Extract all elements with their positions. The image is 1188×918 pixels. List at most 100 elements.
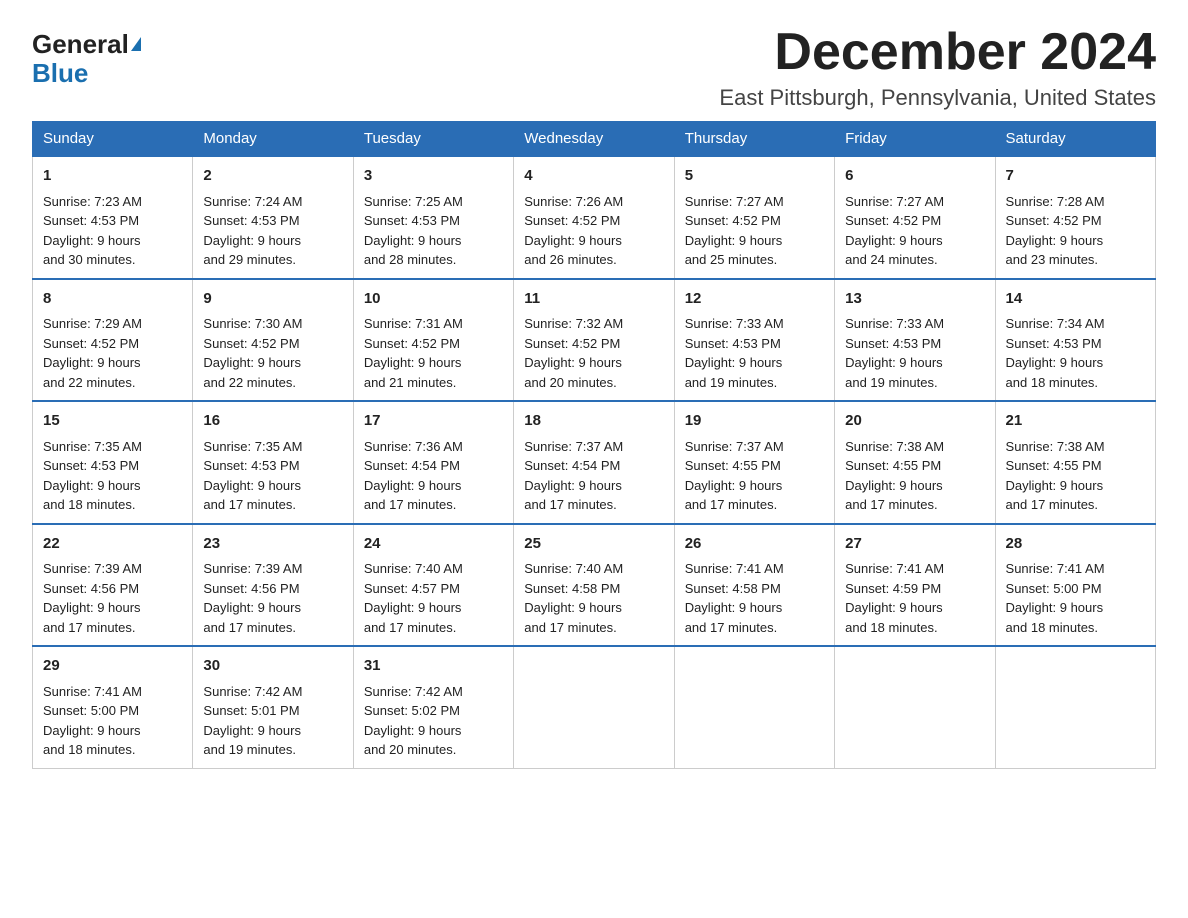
- calendar-day-cell: 5 Sunrise: 7:27 AMSunset: 4:52 PMDayligh…: [674, 156, 834, 279]
- calendar-day-cell: 29 Sunrise: 7:41 AMSunset: 5:00 PMDaylig…: [33, 646, 193, 768]
- day-number: 27: [845, 533, 984, 556]
- calendar-week-row: 29 Sunrise: 7:41 AMSunset: 5:00 PMDaylig…: [33, 646, 1156, 768]
- day-info: Sunrise: 7:30 AMSunset: 4:52 PMDaylight:…: [203, 316, 302, 390]
- day-number: 16: [203, 410, 342, 433]
- day-info: Sunrise: 7:42 AMSunset: 5:02 PMDaylight:…: [364, 684, 463, 758]
- location-title: East Pittsburgh, Pennsylvania, United St…: [719, 85, 1156, 111]
- day-info: Sunrise: 7:33 AMSunset: 4:53 PMDaylight:…: [845, 316, 944, 390]
- day-info: Sunrise: 7:32 AMSunset: 4:52 PMDaylight:…: [524, 316, 623, 390]
- title-block: December 2024 East Pittsburgh, Pennsylva…: [719, 24, 1156, 111]
- day-number: 8: [43, 288, 182, 311]
- day-info: Sunrise: 7:34 AMSunset: 4:53 PMDaylight:…: [1006, 316, 1105, 390]
- calendar-table: SundayMondayTuesdayWednesdayThursdayFrid…: [32, 121, 1156, 769]
- logo-text: GeneralBlue: [32, 30, 141, 87]
- day-info: Sunrise: 7:31 AMSunset: 4:52 PMDaylight:…: [364, 316, 463, 390]
- day-info: Sunrise: 7:27 AMSunset: 4:52 PMDaylight:…: [845, 194, 944, 268]
- page-header: GeneralBlue December 2024 East Pittsburg…: [32, 24, 1156, 111]
- day-info: Sunrise: 7:41 AMSunset: 5:00 PMDaylight:…: [1006, 561, 1105, 635]
- calendar-week-row: 22 Sunrise: 7:39 AMSunset: 4:56 PMDaylig…: [33, 524, 1156, 647]
- day-number: 10: [364, 288, 503, 311]
- calendar-day-cell: 20 Sunrise: 7:38 AMSunset: 4:55 PMDaylig…: [835, 401, 995, 524]
- calendar-day-cell: 15 Sunrise: 7:35 AMSunset: 4:53 PMDaylig…: [33, 401, 193, 524]
- calendar-day-cell: 3 Sunrise: 7:25 AMSunset: 4:53 PMDayligh…: [353, 156, 513, 279]
- day-info: Sunrise: 7:38 AMSunset: 4:55 PMDaylight:…: [1006, 439, 1105, 513]
- day-number: 13: [845, 288, 984, 311]
- calendar-day-cell: 21 Sunrise: 7:38 AMSunset: 4:55 PMDaylig…: [995, 401, 1155, 524]
- calendar-day-cell: 27 Sunrise: 7:41 AMSunset: 4:59 PMDaylig…: [835, 524, 995, 647]
- day-info: Sunrise: 7:39 AMSunset: 4:56 PMDaylight:…: [43, 561, 142, 635]
- day-number: 9: [203, 288, 342, 311]
- calendar-day-cell: 9 Sunrise: 7:30 AMSunset: 4:52 PMDayligh…: [193, 279, 353, 402]
- calendar-day-cell: 12 Sunrise: 7:33 AMSunset: 4:53 PMDaylig…: [674, 279, 834, 402]
- day-number: 3: [364, 165, 503, 188]
- calendar-day-header: Saturday: [995, 122, 1155, 157]
- day-info: Sunrise: 7:42 AMSunset: 5:01 PMDaylight:…: [203, 684, 302, 758]
- calendar-day-header: Thursday: [674, 122, 834, 157]
- calendar-day-header: Tuesday: [353, 122, 513, 157]
- calendar-day-header: Wednesday: [514, 122, 674, 157]
- day-info: Sunrise: 7:26 AMSunset: 4:52 PMDaylight:…: [524, 194, 623, 268]
- day-number: 1: [43, 165, 182, 188]
- calendar-day-header: Friday: [835, 122, 995, 157]
- calendar-day-cell: [674, 646, 834, 768]
- day-number: 31: [364, 655, 503, 678]
- day-info: Sunrise: 7:41 AMSunset: 5:00 PMDaylight:…: [43, 684, 142, 758]
- day-info: Sunrise: 7:41 AMSunset: 4:59 PMDaylight:…: [845, 561, 944, 635]
- month-title: December 2024: [719, 24, 1156, 81]
- logo-triangle-icon: [131, 37, 141, 51]
- day-info: Sunrise: 7:37 AMSunset: 4:54 PMDaylight:…: [524, 439, 623, 513]
- calendar-day-cell: [514, 646, 674, 768]
- day-number: 18: [524, 410, 663, 433]
- calendar-day-cell: 28 Sunrise: 7:41 AMSunset: 5:00 PMDaylig…: [995, 524, 1155, 647]
- calendar-day-header: Sunday: [33, 122, 193, 157]
- calendar-week-row: 8 Sunrise: 7:29 AMSunset: 4:52 PMDayligh…: [33, 279, 1156, 402]
- day-number: 2: [203, 165, 342, 188]
- day-info: Sunrise: 7:27 AMSunset: 4:52 PMDaylight:…: [685, 194, 784, 268]
- day-info: Sunrise: 7:35 AMSunset: 4:53 PMDaylight:…: [203, 439, 302, 513]
- day-number: 12: [685, 288, 824, 311]
- calendar-day-cell: 4 Sunrise: 7:26 AMSunset: 4:52 PMDayligh…: [514, 156, 674, 279]
- day-number: 20: [845, 410, 984, 433]
- calendar-day-cell: 17 Sunrise: 7:36 AMSunset: 4:54 PMDaylig…: [353, 401, 513, 524]
- day-number: 7: [1006, 165, 1145, 188]
- day-number: 28: [1006, 533, 1145, 556]
- calendar-day-cell: [835, 646, 995, 768]
- day-info: Sunrise: 7:37 AMSunset: 4:55 PMDaylight:…: [685, 439, 784, 513]
- day-number: 4: [524, 165, 663, 188]
- calendar-day-cell: 7 Sunrise: 7:28 AMSunset: 4:52 PMDayligh…: [995, 156, 1155, 279]
- day-number: 11: [524, 288, 663, 311]
- calendar-week-row: 15 Sunrise: 7:35 AMSunset: 4:53 PMDaylig…: [33, 401, 1156, 524]
- day-info: Sunrise: 7:28 AMSunset: 4:52 PMDaylight:…: [1006, 194, 1105, 268]
- day-info: Sunrise: 7:25 AMSunset: 4:53 PMDaylight:…: [364, 194, 463, 268]
- day-number: 6: [845, 165, 984, 188]
- logo-blue-text: Blue: [32, 58, 88, 88]
- calendar-day-cell: 2 Sunrise: 7:24 AMSunset: 4:53 PMDayligh…: [193, 156, 353, 279]
- calendar-day-cell: 26 Sunrise: 7:41 AMSunset: 4:58 PMDaylig…: [674, 524, 834, 647]
- calendar-day-cell: 16 Sunrise: 7:35 AMSunset: 4:53 PMDaylig…: [193, 401, 353, 524]
- calendar-week-row: 1 Sunrise: 7:23 AMSunset: 4:53 PMDayligh…: [33, 156, 1156, 279]
- day-number: 5: [685, 165, 824, 188]
- logo: GeneralBlue: [32, 24, 141, 87]
- day-info: Sunrise: 7:24 AMSunset: 4:53 PMDaylight:…: [203, 194, 302, 268]
- day-number: 23: [203, 533, 342, 556]
- day-info: Sunrise: 7:38 AMSunset: 4:55 PMDaylight:…: [845, 439, 944, 513]
- day-number: 14: [1006, 288, 1145, 311]
- day-number: 21: [1006, 410, 1145, 433]
- calendar-day-cell: 11 Sunrise: 7:32 AMSunset: 4:52 PMDaylig…: [514, 279, 674, 402]
- calendar-day-cell: 22 Sunrise: 7:39 AMSunset: 4:56 PMDaylig…: [33, 524, 193, 647]
- day-number: 19: [685, 410, 824, 433]
- day-number: 15: [43, 410, 182, 433]
- calendar-day-cell: 31 Sunrise: 7:42 AMSunset: 5:02 PMDaylig…: [353, 646, 513, 768]
- day-info: Sunrise: 7:29 AMSunset: 4:52 PMDaylight:…: [43, 316, 142, 390]
- day-info: Sunrise: 7:36 AMSunset: 4:54 PMDaylight:…: [364, 439, 463, 513]
- calendar-day-cell: 19 Sunrise: 7:37 AMSunset: 4:55 PMDaylig…: [674, 401, 834, 524]
- calendar-day-cell: 13 Sunrise: 7:33 AMSunset: 4:53 PMDaylig…: [835, 279, 995, 402]
- day-number: 30: [203, 655, 342, 678]
- calendar-day-cell: 1 Sunrise: 7:23 AMSunset: 4:53 PMDayligh…: [33, 156, 193, 279]
- calendar-day-cell: [995, 646, 1155, 768]
- day-info: Sunrise: 7:35 AMSunset: 4:53 PMDaylight:…: [43, 439, 142, 513]
- day-info: Sunrise: 7:41 AMSunset: 4:58 PMDaylight:…: [685, 561, 784, 635]
- calendar-day-cell: 18 Sunrise: 7:37 AMSunset: 4:54 PMDaylig…: [514, 401, 674, 524]
- day-number: 25: [524, 533, 663, 556]
- calendar-day-cell: 6 Sunrise: 7:27 AMSunset: 4:52 PMDayligh…: [835, 156, 995, 279]
